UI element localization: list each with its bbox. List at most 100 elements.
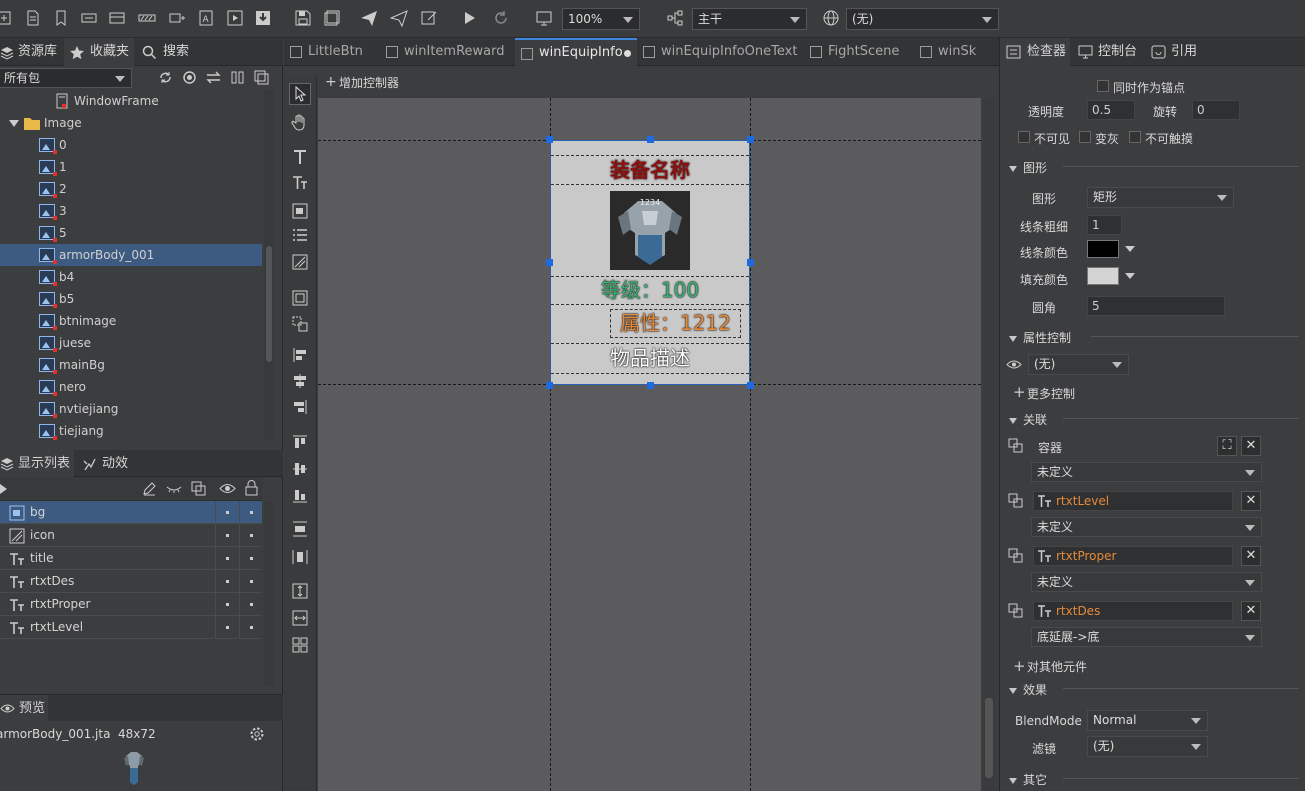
expand-arrow-icon[interactable] (9, 120, 19, 128)
screen-adapt-icon[interactable] (535, 9, 553, 27)
lock-toggle[interactable] (250, 557, 253, 560)
resize-handle[interactable] (747, 382, 754, 389)
play-small-icon[interactable] (0, 484, 8, 494)
card-icon-loader[interactable]: 1234 (610, 191, 690, 270)
graph-tool-icon[interactable] (291, 202, 309, 220)
same-width-icon[interactable] (291, 609, 309, 627)
relation-target-field[interactable]: rtxtLevel (1033, 491, 1233, 511)
tab-favorites[interactable]: 收藏夹 (64, 38, 134, 66)
lock-toggle[interactable] (250, 626, 253, 629)
relation-section-header[interactable]: 关联 (1009, 411, 1299, 428)
close-icon[interactable]: ✕ (1241, 436, 1261, 456)
rotation-input[interactable]: 0 (1192, 100, 1240, 120)
align-top-icon[interactable] (291, 433, 309, 451)
other-section-header[interactable]: 其它 (1009, 771, 1299, 788)
relation-target-field[interactable]: rtxtProper (1033, 546, 1233, 566)
resize-handle[interactable] (546, 382, 553, 389)
eye-icon[interactable] (219, 481, 236, 496)
resize-handle[interactable] (647, 136, 654, 143)
shape-select[interactable]: 矩形 (1087, 187, 1234, 208)
tree-item-3[interactable]: 3 (0, 200, 262, 222)
stage-canvas[interactable]: 装备名称 1234 等级：100 属性：1212 物品描述 (318, 98, 981, 791)
more-control-button[interactable]: 更多控制 (1027, 385, 1075, 402)
tree-item-5[interactable]: 5 (0, 222, 262, 244)
tab-preview[interactable]: 预览 (0, 695, 48, 722)
text-tool-icon[interactable] (291, 148, 309, 166)
tree-item-nero[interactable]: nero (0, 376, 262, 398)
lock-toggle[interactable] (250, 511, 253, 514)
card-description[interactable]: 物品描述 (551, 343, 749, 374)
resize-handle[interactable] (747, 136, 754, 143)
resize-handle[interactable] (747, 259, 754, 266)
sync-icon[interactable] (158, 70, 173, 85)
align-bottom-icon[interactable] (291, 487, 309, 505)
display-list-item[interactable]: rtxtLevel (0, 616, 262, 639)
resize-handle[interactable] (546, 259, 553, 266)
fill-color-swatch[interactable] (1087, 267, 1119, 285)
swap-icon[interactable] (206, 70, 221, 85)
tree-item-b4[interactable]: b4 (0, 266, 262, 288)
doc-tab-fightscene[interactable]: FightScene (804, 38, 914, 66)
tree-item-1[interactable]: 1 (0, 156, 262, 178)
close-icon[interactable]: ✕ (1241, 491, 1261, 511)
relation-mode-select[interactable]: 未定义 (1031, 572, 1262, 592)
grid-tool-icon[interactable] (291, 636, 309, 654)
gear-icon[interactable] (249, 726, 265, 742)
display-list-item[interactable]: icon (0, 524, 262, 547)
add-relation-button[interactable]: 对其他元件 (1027, 658, 1087, 675)
display-list-item[interactable]: title (0, 547, 262, 570)
play-icon[interactable] (460, 9, 478, 27)
publish-settings-icon[interactable] (390, 9, 408, 27)
line-color-swatch[interactable] (1087, 240, 1119, 258)
card-level[interactable]: 等级：100 (551, 276, 749, 305)
duplicate-view-icon[interactable] (254, 70, 269, 85)
effect-section-header[interactable]: 效果 (1009, 681, 1299, 698)
doc-tab-littlebtn[interactable]: LittleBtn (284, 38, 380, 66)
fullscreen-icon[interactable]: ⛶ (1217, 436, 1237, 456)
new-document-icon[interactable] (24, 9, 42, 27)
new-progressbar-icon[interactable] (138, 9, 156, 27)
shape-section-header[interactable]: 图形 (1009, 159, 1299, 176)
untouchable-checkbox[interactable] (1129, 131, 1141, 143)
tree-item-armorbody-001[interactable]: armorBody_001 (0, 244, 262, 266)
lock-toggle[interactable] (250, 580, 253, 583)
distribute-vertical-icon[interactable] (291, 520, 309, 538)
anchor-checkbox[interactable] (1097, 80, 1109, 92)
tree-item-windowframe[interactable]: WindowFrame (0, 90, 262, 112)
equip-card-bg[interactable]: 装备名称 1234 等级：100 属性：1212 物品描述 (550, 140, 750, 385)
locate-icon[interactable] (182, 70, 197, 85)
tab-display-list[interactable]: 显示列表 (0, 450, 74, 477)
new-movieclip-icon[interactable] (226, 9, 244, 27)
lock-toggle[interactable] (250, 534, 253, 537)
line-width-input[interactable]: 1 (1087, 215, 1122, 235)
visibility-toggle[interactable] (226, 626, 229, 629)
corner-input[interactable]: 5 (1087, 296, 1225, 316)
group-tool-icon[interactable] (291, 289, 309, 307)
tree-item-nvtiejiang[interactable]: nvtiejiang (0, 398, 262, 420)
branch-select[interactable]: 主干 (692, 8, 807, 30)
save-icon[interactable] (294, 9, 312, 27)
align-center-icon[interactable] (291, 372, 309, 390)
display-list-item[interactable]: rtxtDes (0, 570, 262, 593)
language-select[interactable]: (无) (846, 8, 999, 30)
split-view-icon[interactable] (230, 70, 245, 85)
display-scrollbar[interactable] (264, 501, 274, 685)
richtext-tool-icon[interactable] (291, 174, 309, 192)
tree-item-0[interactable]: 0 (0, 134, 262, 156)
doc-tab-winequipinfoonetext[interactable]: winEquipInfoOneText (637, 38, 804, 66)
stage-vertical-scrollbar[interactable] (983, 98, 995, 791)
visibility-toggle[interactable] (226, 511, 229, 514)
blend-mode-select[interactable]: Normal (1087, 710, 1208, 731)
card-property[interactable]: 属性：1212 (610, 309, 741, 338)
loader-tool-icon[interactable] (291, 253, 309, 271)
tree-item-b5[interactable]: b5 (0, 288, 262, 310)
relation-target-field[interactable]: rtxtDes (1033, 601, 1233, 621)
select-tool-icon[interactable] (289, 83, 311, 105)
relation-mode-select[interactable]: 未定义 (1031, 517, 1262, 537)
gray-checkbox[interactable] (1079, 131, 1091, 143)
tree-item-mainbg[interactable]: mainBg (0, 354, 262, 376)
import-icon[interactable] (254, 9, 272, 27)
new-package-icon[interactable] (0, 9, 14, 27)
display-list-item[interactable]: bg (0, 501, 262, 524)
card-title[interactable]: 装备名称 (551, 155, 749, 185)
